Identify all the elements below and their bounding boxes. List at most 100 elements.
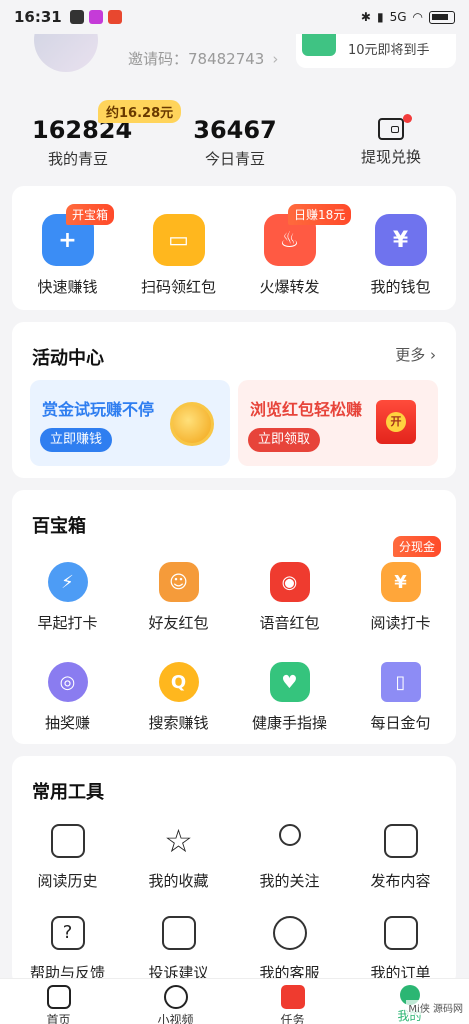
daily-quote-label: 每日金句 [370,714,431,732]
voice-redpacket-label: 语音红包 [259,614,320,632]
status-bar: 16:31 ✱ ▮ 5G ◠ [0,0,469,34]
lottery-label: 抽奖赚 [44,714,90,732]
bounty-trial-card[interactable]: 赏金试玩赚不停 立即赚钱 [30,380,230,466]
scan-redpacket-button[interactable]: ▭ 扫码领红包 [123,214,234,297]
my-follows-label: 我的关注 [259,872,320,890]
tab-short-video-label: 小视频 [157,1013,194,1024]
activity-center-title: 活动中心 [32,348,104,369]
common-tools-card: 常用工具 阅读历史 ☆ 我的收藏 我的关注 发布内容 ? 帮助与反馈 投诉建议 [12,756,456,986]
wifi-icon: ◠ [412,10,423,24]
home-icon [46,985,71,1009]
friend-gift-icon: ☺ [158,562,199,602]
bottom-tab-bar: 首页 小视频 任务 我的 [0,978,469,1024]
play-icon [163,985,188,1009]
today-beans-label: 今日青豆 [204,150,265,168]
quick-earn-badge: 开宝箱 [66,204,115,225]
finger-exercise-label: 健康手指操 [251,714,327,732]
chevron-right-icon: › [430,346,436,364]
battery-icon [429,10,455,24]
hot-share-button[interactable]: ♨ 日赚18元 火爆转发 [234,204,352,297]
quick-earn-button[interactable]: + 开宝箱 快速赚钱 [12,204,123,297]
tab-short-video[interactable]: 小视频 [117,979,234,1024]
browse-redpacket-card[interactable]: 浏览红包轻松赚 立即领取 [238,380,438,466]
hot-share-label: 火爆转发 [259,278,320,296]
search-coin-icon: Q [158,662,199,702]
notification-dot [403,114,412,123]
profile-header: 邀请码：78482743 › 10元即将到手 [0,8,469,90]
heart-plus-icon: ♥ [269,662,310,702]
signal-icon: ▮ [376,10,384,24]
reading-checkin-label: 阅读打卡 [370,614,431,632]
my-orders-button[interactable]: 我的订单 [345,916,456,983]
daily-quote-button[interactable]: ▯ 每日金句 [345,662,456,733]
gold-coin-icon [170,402,214,446]
edit-icon [383,824,418,858]
reading-checkin-badge: 分现金 [393,536,442,557]
voice-redpacket-button[interactable]: ◉ 语音红包 [234,562,345,633]
my-follows-button[interactable]: 我的关注 [234,824,345,891]
complaint-button[interactable]: 投诉建议 [123,916,234,983]
earn-now-button[interactable]: 立即赚钱 [40,428,113,452]
hot-share-badge: 日赚18元 [288,204,352,225]
headset-icon [272,916,307,950]
invite-code[interactable]: 邀请码：78482743 › [128,48,278,69]
stats-row: 162824 我的青豆 约16.28元 36467 今日青豆 提现兑换 [0,100,469,178]
more-label: 更多 [395,346,426,364]
lottery-icon: ◎ [47,662,88,702]
activity-center-card: 活动中心 更多 › 赏金试玩赚不停 立即赚钱 浏览红包轻松赚 立即领取 [12,322,456,478]
money-bag-icon: ¥ [374,214,427,266]
approx-amount-badge: 约16.28元 [98,100,182,123]
my-wallet-button[interactable]: ¥ 我的钱包 [345,214,456,297]
claim-now-button[interactable]: 立即领取 [248,428,321,452]
book-icon: ▯ [380,662,421,702]
help-icon: ? [50,916,85,950]
more-link[interactable]: 更多 › [395,344,436,365]
star-icon: ☆ [164,822,193,860]
friend-redpacket-button[interactable]: ☺ 好友红包 [123,562,234,633]
notification-bell-icon [69,10,84,24]
reading-history-button[interactable]: 阅读历史 [12,824,123,891]
search-earn-label: 搜索赚钱 [148,714,209,732]
today-beans[interactable]: 36467 今日青豆 [190,116,280,169]
friend-redpacket-label: 好友红包 [148,614,209,632]
watermark: Mi侠 源码网 [406,1000,465,1015]
calendar-coin-icon: ¥ [380,562,421,602]
app-notification-icon [88,10,103,24]
follow-icon [278,824,301,846]
promo-icon [302,34,336,56]
reading-history-label: 阅读历史 [37,872,98,890]
early-checkin-button[interactable]: ⚡ 早起打卡 [12,562,123,633]
my-wallet-label: 我的钱包 [370,278,431,296]
mail-icon [161,916,196,950]
common-tools-title: 常用工具 [32,782,104,803]
today-beans-value: 36467 [193,116,277,144]
finger-exercise-button[interactable]: ♥ 健康手指操 [234,662,345,733]
lottery-button[interactable]: ◎ 抽奖赚 [12,662,123,733]
my-favorites-label: 我的收藏 [148,872,209,890]
app-notification-icon-2 [107,10,122,24]
treasure-box-card: 百宝箱 ⚡ 早起打卡 ☺ 好友红包 ◉ 语音红包 ¥ 分现金 阅读打卡 ◎ 抽奖… [12,490,456,744]
withdraw-button[interactable]: 提现兑换 [356,114,426,167]
voice-redpacket-icon: ◉ [269,562,310,602]
tab-tasks-label: 任务 [280,1013,305,1024]
promo-banner[interactable]: 10元即将到手 [296,34,456,68]
promo-text: 10元即将到手 [348,43,430,58]
publish-content-button[interactable]: 发布内容 [345,824,456,891]
my-favorites-button[interactable]: ☆ 我的收藏 [123,824,234,891]
tab-tasks[interactable]: 任务 [234,979,351,1024]
reading-checkin-button[interactable]: ¥ 分现金 阅读打卡 [345,536,456,633]
quick-earn-label: 快速赚钱 [37,278,98,296]
treasure-box-title: 百宝箱 [32,516,86,537]
bounty-trial-title: 赏金试玩赚不停 [42,400,155,419]
help-feedback-button[interactable]: ? 帮助与反馈 [12,916,123,983]
invite-code-text: 邀请码：78482743 [128,50,265,68]
network-type: 5G [389,10,407,24]
my-beans[interactable]: 162824 我的青豆 [32,116,132,169]
clipboard-icon [383,916,418,950]
search-earn-button[interactable]: Q 搜索赚钱 [123,662,234,733]
tab-home[interactable]: 首页 [0,979,117,1024]
scan-redpacket-label: 扫码领红包 [140,278,216,296]
customer-service-button[interactable]: 我的客服 [234,916,345,983]
chevron-right-icon: › [272,50,279,68]
publish-content-label: 发布内容 [370,872,431,890]
